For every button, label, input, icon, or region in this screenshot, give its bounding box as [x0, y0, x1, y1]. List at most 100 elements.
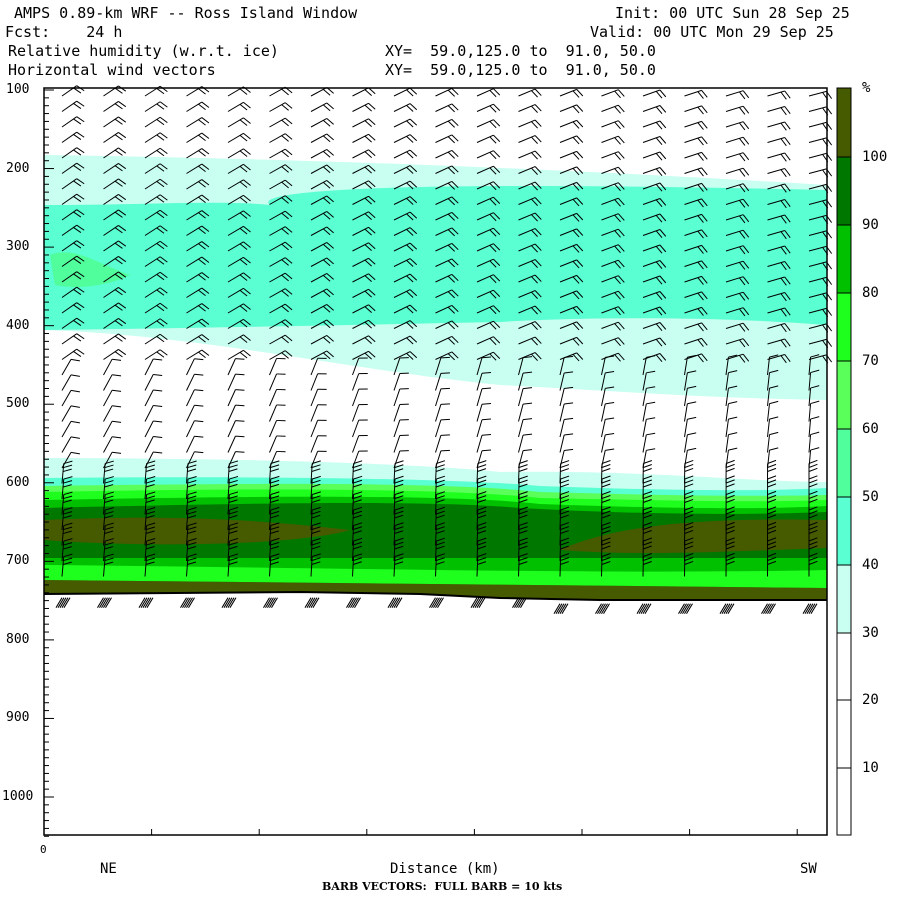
barb-flag — [784, 106, 791, 115]
barb-flag — [576, 135, 584, 143]
barb-flag — [742, 167, 750, 176]
colorbar-bin-10-20 — [836, 699, 852, 769]
barb-flag — [784, 90, 791, 99]
barb-flag — [198, 119, 206, 126]
barb-flag — [605, 417, 615, 420]
barb-staff — [601, 403, 606, 422]
barb-staff — [310, 389, 319, 407]
barb-flag — [235, 420, 245, 422]
barb-flag — [70, 389, 80, 393]
wind-barb — [186, 404, 204, 422]
wind-barb — [808, 447, 820, 469]
barb-flag — [322, 88, 331, 96]
barb-staff — [103, 333, 119, 345]
wind-barb — [144, 435, 163, 453]
wind-barb — [310, 435, 327, 453]
y-tick-label: 1000 — [2, 789, 34, 804]
xy-range-2: XY= 59.0,125.0 to 91.0, 50.0 — [385, 61, 656, 79]
barb-flag — [153, 373, 163, 377]
barb-flag — [326, 118, 334, 125]
barb-staff — [103, 358, 113, 376]
barb-flag — [73, 103, 82, 109]
barb-staff — [186, 148, 203, 159]
wind-barb — [808, 90, 833, 100]
barb-flag — [659, 167, 667, 175]
wind-barb — [352, 87, 376, 97]
barb-flag — [725, 463, 735, 468]
barb-staff — [310, 435, 319, 453]
barb-staff — [310, 420, 319, 438]
barb-flag — [198, 134, 206, 142]
barb-flag — [243, 117, 251, 124]
barb-flag — [701, 105, 708, 114]
wind-barb — [518, 135, 542, 144]
barb-flag — [684, 463, 694, 468]
barb-staff — [310, 149, 328, 159]
barb-staff — [435, 435, 442, 453]
barb-flag — [659, 151, 667, 160]
wind-barb — [393, 118, 418, 128]
wind-barb — [61, 358, 80, 376]
wind-barb — [310, 404, 327, 422]
wind-barb — [393, 134, 418, 143]
barb-flag — [728, 401, 738, 405]
wind-barb — [808, 121, 833, 131]
barb-staff — [310, 118, 328, 128]
wind-barb — [103, 333, 127, 345]
wind-barb — [725, 105, 750, 115]
wind-barb — [393, 434, 409, 453]
barb-flag — [159, 85, 168, 93]
barb-flag — [493, 103, 501, 111]
x-origin-label: 0 — [40, 843, 47, 856]
barb-flag — [738, 169, 746, 177]
wind-barb — [435, 118, 459, 128]
barb-staff — [476, 388, 483, 407]
barb-flag — [440, 418, 450, 421]
wind-barb — [435, 103, 459, 113]
colorbar-label: 50 — [862, 489, 879, 505]
barb-flag — [156, 88, 165, 95]
barb-staff — [103, 405, 113, 422]
barb-staff — [61, 359, 72, 376]
colorbar-bin-40-50 — [836, 496, 852, 566]
wind-barb — [601, 89, 625, 99]
wind-barb — [103, 358, 122, 376]
wind-barb — [144, 132, 168, 143]
wind-barb — [642, 120, 667, 130]
barb-flag — [159, 132, 168, 139]
barb-flag — [239, 150, 248, 157]
wind-barb — [725, 167, 750, 177]
barb-flag — [742, 90, 750, 99]
barb-staff — [103, 116, 119, 128]
wind-barb — [61, 420, 80, 438]
wind-barb — [435, 149, 459, 159]
barb-flag — [742, 105, 750, 114]
wind-barb — [352, 419, 368, 438]
barb-flag — [614, 152, 621, 161]
barb-flag — [687, 447, 697, 451]
wind-barb — [642, 151, 667, 161]
barb-staff — [435, 103, 453, 112]
barb-flag — [576, 89, 584, 97]
barb-flag — [489, 105, 497, 113]
barb-flag — [112, 436, 122, 439]
wind-barb — [310, 118, 334, 128]
barb-flag — [489, 89, 497, 98]
barb-flag — [738, 122, 746, 131]
barb-flag — [617, 135, 625, 144]
barb-flag — [194, 389, 204, 392]
barb-flag — [687, 432, 697, 436]
barb-flag — [738, 138, 746, 146]
barb-staff — [269, 389, 278, 407]
wind-barb — [61, 85, 85, 97]
colorbar-bin-20-30 — [836, 632, 852, 701]
barb-flag — [440, 387, 450, 390]
barb-staff — [144, 389, 154, 407]
barb-flag — [153, 358, 163, 361]
barb-staff — [435, 404, 442, 422]
barb-staff — [642, 419, 647, 438]
barb-flag — [767, 467, 777, 472]
barb-flag — [194, 420, 204, 423]
barb-flag — [810, 431, 820, 436]
barb-staff — [767, 419, 770, 438]
